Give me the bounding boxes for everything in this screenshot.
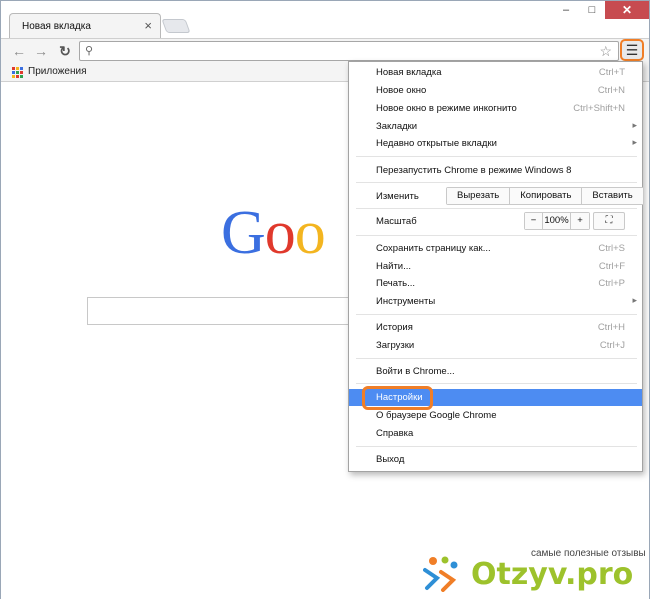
menu-item-label: Масштаб <box>376 216 417 227</box>
tab-new-tab[interactable]: Новая вкладка × <box>9 13 161 39</box>
omnibox-input[interactable]: ⚲ ☆ <box>79 41 619 61</box>
menu-item-print[interactable]: Печать... Ctrl+P <box>349 275 642 292</box>
menu-item-signin[interactable]: Войти в Chrome... <box>349 363 642 380</box>
shortcut-label: Ctrl+Shift+N <box>573 103 625 114</box>
menu-separator <box>356 314 637 315</box>
menu-item-downloads[interactable]: Загрузки Ctrl+J <box>349 337 642 354</box>
paste-button[interactable]: Вставить <box>582 188 643 204</box>
logo-letter-o2: o <box>294 199 326 267</box>
menu-item-new-tab[interactable]: Новая вкладка Ctrl+T <box>349 64 642 81</box>
submenu-arrow-icon: ▸ <box>632 295 637 305</box>
menu-item-label: Перезапустить Chrome в режиме Windows 8 <box>376 165 572 176</box>
chrome-menu: Новая вкладка Ctrl+T Новое окно Ctrl+N Н… <box>348 61 644 472</box>
menu-separator <box>356 208 637 209</box>
watermark-brand: Otzyv.pro <box>471 557 634 592</box>
menu-item-label: Недавно открытые вкладки <box>376 138 497 149</box>
maximize-icon[interactable]: □ <box>579 1 605 19</box>
menu-item-label: Сохранить страницу как... <box>376 243 491 254</box>
menu-item-label: Выход <box>376 454 405 465</box>
menu-item-label: Войти в Chrome... <box>376 366 455 377</box>
menu-item-new-window[interactable]: Новое окно Ctrl+N <box>349 82 642 99</box>
apps-grid-icon[interactable] <box>12 67 23 78</box>
logo-letter-o1: o <box>264 199 296 267</box>
menu-item-label: Загрузки <box>376 340 415 351</box>
shortcut-label: Ctrl+S <box>598 243 625 254</box>
menu-item-label: Печать... <box>376 278 416 289</box>
menu-item-incognito[interactable]: Новое окно в режиме инкогнито Ctrl+Shift… <box>349 100 642 117</box>
menu-item-bookmarks[interactable]: Закладки ▸ <box>349 118 642 135</box>
menu-separator <box>356 383 637 384</box>
bookmark-star-icon[interactable]: ☆ <box>599 43 612 60</box>
settings-highlight-frame <box>362 386 433 410</box>
menu-item-label: История <box>376 322 413 333</box>
chrome-menu-icon[interactable]: ☰ <box>620 39 644 61</box>
menu-item-tools[interactable]: Инструменты ▸ <box>349 293 642 310</box>
menu-item-recent-tabs[interactable]: Недавно открытые вкладки ▸ <box>349 135 642 152</box>
watermark: самые полезные отзывы Otzyv.pro <box>423 546 648 594</box>
menu-item-save-page[interactable]: Сохранить страницу как... Ctrl+S <box>349 240 642 257</box>
menu-separator <box>356 446 637 447</box>
shortcut-label: Ctrl+P <box>598 278 625 289</box>
shortcut-label: Ctrl+N <box>597 85 625 96</box>
search-icon: ⚲ <box>85 45 94 57</box>
edit-button-group: Вырезать Копировать Вставить <box>446 187 644 205</box>
forward-arrow-icon[interactable]: → <box>31 41 51 61</box>
title-bar: Новая вкладка × – □ ✕ <box>1 1 649 39</box>
reload-icon[interactable]: ↻ <box>55 41 75 61</box>
menu-item-history[interactable]: История Ctrl+H <box>349 319 642 336</box>
apps-link[interactable]: Приложения <box>28 66 87 77</box>
cut-button[interactable]: Вырезать <box>447 188 511 204</box>
menu-item-help[interactable]: Справка <box>349 425 642 442</box>
zoom-out-button[interactable]: − <box>525 213 543 229</box>
zoom-in-button[interactable]: + <box>571 213 589 229</box>
new-tab-button[interactable] <box>161 19 191 33</box>
submenu-arrow-icon: ▸ <box>632 137 637 147</box>
menu-item-label: Изменить <box>376 191 419 202</box>
toolbar: ← → ↻ ⚲ ☆ ☰ <box>1 38 649 62</box>
menu-item-label: Новое окно <box>376 85 427 96</box>
menu-item-label: Закладки <box>376 121 418 132</box>
zoom-controls: − 100% + <box>524 212 590 230</box>
close-window-icon[interactable]: ✕ <box>605 1 649 19</box>
menu-item-find[interactable]: Найти... Ctrl+F <box>349 258 642 275</box>
menu-item-label: Найти... <box>376 261 412 272</box>
minimize-icon[interactable]: – <box>553 1 579 19</box>
menu-item-label: О браузере Google Chrome <box>376 410 497 421</box>
menu-item-label: Справка <box>376 428 414 439</box>
menu-separator <box>356 235 637 236</box>
google-search-input[interactable] <box>87 297 357 325</box>
menu-item-label: Новое окно в режиме инкогнито <box>376 103 517 114</box>
tab-title: Новая вкладка <box>22 21 91 32</box>
shortcut-label: Ctrl+T <box>598 67 625 78</box>
logo-letter-g: G <box>221 199 266 267</box>
zoom-level: 100% <box>543 213 571 229</box>
shortcut-label: Ctrl+H <box>597 322 625 333</box>
copy-button[interactable]: Копировать <box>510 188 583 204</box>
window-controls: – □ ✕ <box>553 1 649 21</box>
fullscreen-icon[interactable]: ⛶ <box>593 212 625 230</box>
browser-window: Новая вкладка × – □ ✕ ← → ↻ ⚲ ☆ ☰ Прилож… <box>0 0 650 599</box>
menu-item-label: Новая вкладка <box>376 67 442 78</box>
menu-item-relaunch-win8[interactable]: Перезапустить Chrome в режиме Windows 8 <box>349 162 642 179</box>
menu-separator <box>356 156 637 157</box>
back-arrow-icon[interactable]: ← <box>9 41 29 61</box>
shortcut-label: Ctrl+F <box>598 261 625 272</box>
google-logo: Goo <box>221 198 326 268</box>
menu-item-label: Инструменты <box>376 296 436 307</box>
submenu-arrow-icon: ▸ <box>632 120 637 130</box>
menu-separator <box>356 358 637 359</box>
otzyv-logo-icon <box>423 556 458 592</box>
menu-item-exit[interactable]: Выход <box>349 451 642 468</box>
close-tab-icon[interactable]: × <box>144 18 152 34</box>
shortcut-label: Ctrl+J <box>599 340 625 351</box>
menu-separator <box>356 182 637 183</box>
